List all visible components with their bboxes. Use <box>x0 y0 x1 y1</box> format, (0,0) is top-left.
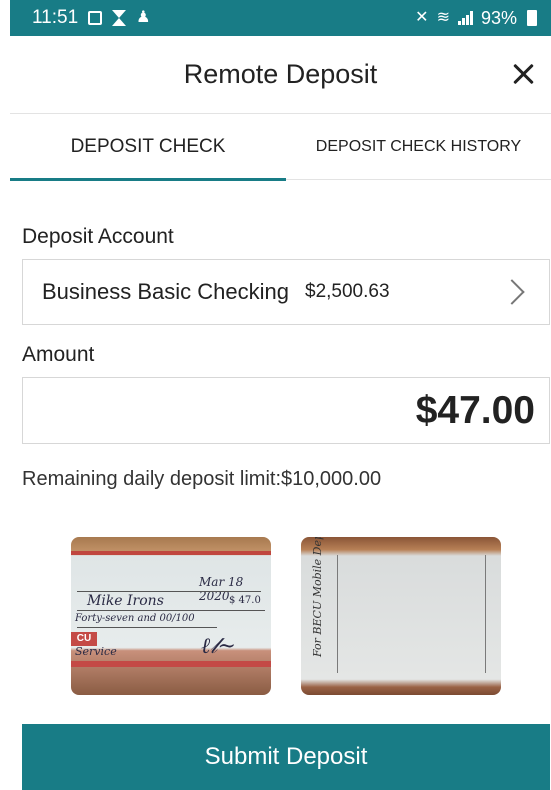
mute-icon: ✕ <box>415 9 429 26</box>
check-line <box>77 627 217 628</box>
submit-deposit-button[interactable]: Submit Deposit <box>22 724 550 790</box>
hourglass-icon <box>112 10 127 26</box>
tab-deposit-check[interactable]: DEPOSIT CHECK <box>10 114 286 181</box>
deposit-account-selector[interactable]: Business Basic Checking $2,500.63 <box>22 259 550 325</box>
check-back-image[interactable]: For BECU Mobile Deposit Only <box>301 537 501 695</box>
check-endorsement: For BECU Mobile Deposit Only <box>311 537 324 657</box>
check-stripe <box>71 661 271 667</box>
check-payee: Mike Irons <box>87 593 164 609</box>
gallery-icon <box>88 11 103 25</box>
status-bar: 11:51 ♟ ✕ ≋ 93% <box>10 0 551 36</box>
check-amount-number: $ 47.0 <box>229 595 261 606</box>
check-memo: Service <box>75 645 117 658</box>
remaining-limit-text: Remaining daily deposit limit:$10,000.00 <box>22 468 382 490</box>
battery-icon <box>527 10 537 26</box>
header: Remote Deposit <box>10 36 551 114</box>
account-balance: $2,500.63 <box>305 281 390 302</box>
check-signature: ℓ𝓁~ <box>201 634 236 659</box>
account-name: Business Basic Checking <box>42 279 290 304</box>
amount-input[interactable]: $47.00 <box>22 377 550 444</box>
tab-bar: DEPOSIT CHECK DEPOSIT CHECK HISTORY <box>10 114 551 181</box>
signal-icon <box>457 11 473 25</box>
status-bar-left: 11:51 ♟ <box>32 7 150 29</box>
amount-value: $47.00 <box>415 388 535 432</box>
check-front-image[interactable]: Mar 18 2020 Mike Irons $ 47.0 Forty-seve… <box>71 537 271 695</box>
amount-label: Amount <box>22 343 95 366</box>
page-title: Remote Deposit <box>183 59 378 89</box>
tab-deposit-check-history[interactable]: DEPOSIT CHECK HISTORY <box>286 114 551 179</box>
check-amount-words: Forty-seven and 00/100 <box>75 613 195 624</box>
check-back-line <box>485 555 486 673</box>
check-line <box>77 610 265 611</box>
check-stripe <box>71 551 271 555</box>
status-time: 11:51 <box>32 7 79 28</box>
chevron-right-icon <box>499 279 525 305</box>
status-bar-right: ✕ ≋ 93% <box>415 8 537 29</box>
deposit-account-label: Deposit Account <box>22 225 174 248</box>
wifi-icon: ≋ <box>436 9 450 26</box>
check-back-line <box>337 555 338 673</box>
check-line <box>77 591 261 592</box>
bank-logo: CU <box>71 632 97 646</box>
battery-percent: 93% <box>480 7 517 28</box>
close-icon[interactable] <box>509 60 537 88</box>
notification-icon: ♟ <box>136 9 151 26</box>
